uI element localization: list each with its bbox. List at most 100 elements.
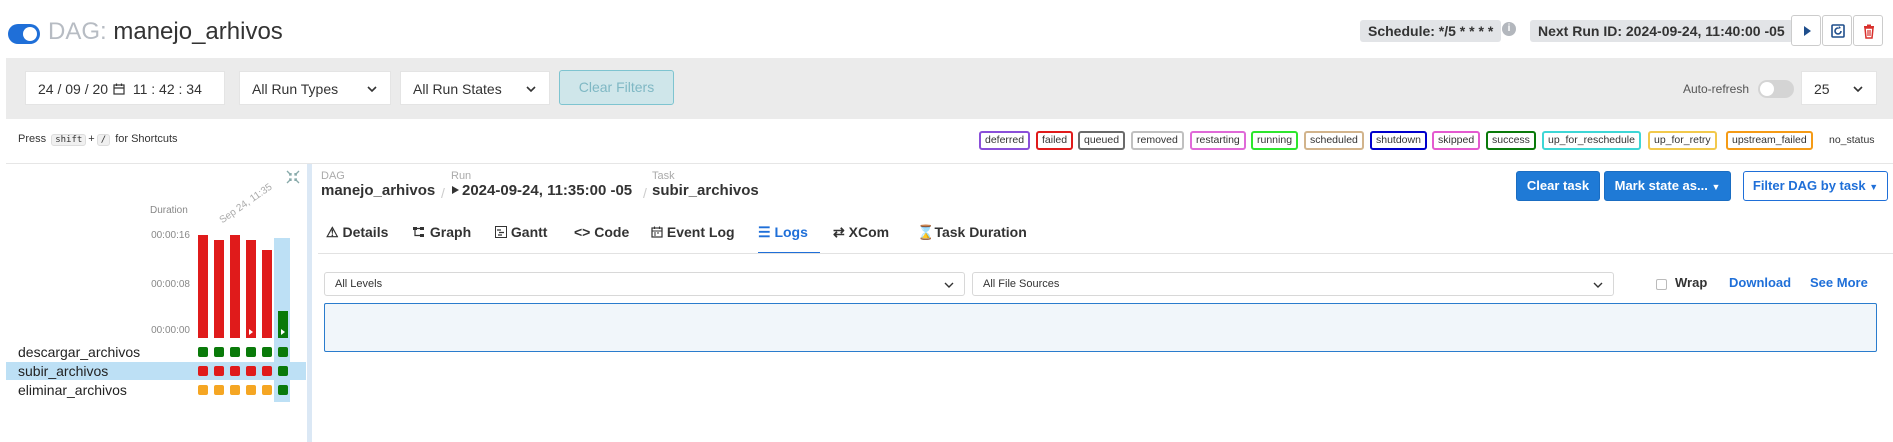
tab-task-duration[interactable]: ⌛Task Duration: [917, 224, 1027, 254]
trash-icon: [1864, 24, 1874, 39]
task-instance-cell[interactable]: [198, 347, 208, 357]
task-instance-cell[interactable]: [246, 385, 256, 395]
tab-details[interactable]: ⚠ Details: [326, 224, 388, 254]
list-icon: ☰: [758, 224, 771, 240]
calendar-icon[interactable]: [113, 83, 125, 95]
breadcrumb-run[interactable]: Run 2024-09-24, 11:35:00 -05: [451, 170, 632, 199]
tab-label: Event Log: [666, 224, 735, 240]
legend-removed[interactable]: removed: [1131, 131, 1184, 150]
exchange-icon: ⇄: [833, 224, 845, 240]
shift-key: shift: [51, 134, 87, 146]
task-instance-cell[interactable]: [278, 347, 288, 357]
delete-dag-button[interactable]: [1853, 15, 1883, 46]
tab-code[interactable]: <> Code: [574, 224, 629, 254]
legend-restarting[interactable]: restarting: [1190, 131, 1246, 150]
task-instance-cell[interactable]: [278, 366, 288, 376]
task-instance-cell[interactable]: [198, 366, 208, 376]
caret-down-icon: ▼: [1869, 182, 1879, 192]
page-size-select[interactable]: 25: [1801, 71, 1877, 105]
dag-pause-toggle[interactable]: [8, 24, 40, 44]
task-instance-cell[interactable]: [246, 347, 256, 357]
legend-up-for-reschedule[interactable]: up_for_reschedule: [1542, 131, 1641, 150]
see-more-link[interactable]: See More: [1810, 275, 1868, 290]
legend-scheduled[interactable]: scheduled: [1304, 131, 1364, 150]
task-row[interactable]: eliminar_archivos: [6, 381, 306, 399]
tab-graph[interactable]: Graph: [412, 224, 471, 254]
task-instance-cell[interactable]: [262, 347, 272, 357]
file-source-select[interactable]: All File Sources: [972, 272, 1614, 296]
task-row[interactable]: subir_archivos: [6, 362, 306, 380]
tab-logs[interactable]: ☰ Logs: [758, 224, 820, 254]
legend-shutdown[interactable]: shutdown: [1370, 131, 1427, 150]
auto-refresh-switch[interactable]: [1758, 80, 1794, 98]
task-instance-cell[interactable]: [262, 385, 272, 395]
calendar-icon: [651, 226, 663, 238]
time-value: 11 : 42 : 34: [132, 81, 202, 97]
gantt-icon: [495, 226, 507, 238]
duration-bar[interactable]: [198, 235, 208, 338]
legend-up-for-retry[interactable]: up_for_retry: [1648, 131, 1717, 150]
log-level-select[interactable]: All Levels: [324, 272, 965, 296]
clear-filters-button[interactable]: Clear Filters: [559, 70, 674, 105]
mark-state-button[interactable]: Mark state as... ▼: [1604, 171, 1731, 201]
duration-bar[interactable]: [230, 235, 240, 338]
task-instance-cell[interactable]: [214, 366, 224, 376]
task-instance-cell[interactable]: [230, 347, 240, 357]
base-date-input[interactable]: 24 / 09 / 20 11 : 42 : 34: [25, 71, 225, 105]
breadcrumb-task-value: subir_archivos: [652, 182, 759, 199]
task-name[interactable]: descargar_archivos: [18, 343, 140, 361]
duration-bar[interactable]: [262, 250, 272, 338]
task-instance-cell[interactable]: [262, 366, 272, 376]
shortcut-plus: +: [88, 133, 95, 145]
task-instance-cell[interactable]: [230, 385, 240, 395]
task-row[interactable]: descargar_archivos: [6, 343, 306, 361]
filter-dag-button[interactable]: Filter DAG by task ▼: [1743, 171, 1888, 201]
parse-dag-button[interactable]: [1822, 15, 1852, 46]
tab-xcom[interactable]: ⇄ XCom: [833, 224, 889, 254]
wrap-checkbox[interactable]: [1656, 279, 1667, 290]
duration-bar[interactable]: [246, 240, 256, 338]
tab-gantt[interactable]: Gantt: [495, 224, 547, 254]
breadcrumb-dag[interactable]: DAG manejo_arhivos: [321, 170, 435, 199]
info-icon[interactable]: i: [1502, 22, 1516, 36]
task-instance-cell[interactable]: [214, 385, 224, 395]
breadcrumb-separator: /: [441, 185, 445, 201]
task-instance-cell[interactable]: [230, 366, 240, 376]
task-instance-cell[interactable]: [278, 385, 288, 395]
shortcut-press: Press: [18, 133, 47, 145]
page-size-value: 25: [1814, 81, 1830, 97]
legend-queued[interactable]: queued: [1078, 131, 1126, 150]
download-link[interactable]: Download: [1729, 275, 1791, 290]
run-type-select[interactable]: All Run Types: [239, 71, 391, 105]
legend-no-status[interactable]: no_status: [1823, 131, 1881, 150]
duration-tick: 00:00:08: [151, 279, 190, 290]
legend-failed[interactable]: failed: [1036, 131, 1074, 150]
task-instance-cell[interactable]: [214, 347, 224, 357]
duration-bar[interactable]: [214, 240, 224, 338]
run-state-select[interactable]: All Run States: [400, 71, 550, 105]
tab-event-log[interactable]: Event Log: [651, 224, 735, 254]
warning-icon: ⚠: [326, 224, 339, 240]
manual-run-icon: [281, 329, 285, 335]
legend-skipped[interactable]: skipped: [1432, 131, 1481, 150]
code-icon: <>: [574, 224, 591, 240]
wrap-label: Wrap: [1675, 275, 1708, 290]
panel-splitter[interactable]: [307, 164, 312, 442]
task-name[interactable]: eliminar_archivos: [18, 381, 127, 399]
breadcrumb-dag-label: DAG: [321, 170, 345, 182]
task-instance-cell[interactable]: [198, 385, 208, 395]
tab-label: Task Duration: [934, 224, 1027, 240]
dag-prefix: DAG:: [48, 18, 107, 45]
legend-upstream-failed[interactable]: upstream_failed: [1726, 131, 1813, 150]
chevron-down-icon: [1593, 282, 1603, 288]
clear-task-button[interactable]: Clear task: [1516, 171, 1600, 201]
task-name[interactable]: subir_archivos: [18, 362, 108, 380]
legend-running[interactable]: running: [1251, 131, 1299, 150]
collapse-icon[interactable]: [286, 170, 300, 184]
trigger-dag-button[interactable]: [1791, 15, 1821, 46]
log-output[interactable]: [324, 303, 1877, 352]
breadcrumb-task[interactable]: Task subir_archivos: [652, 170, 759, 199]
legend-deferred[interactable]: deferred: [979, 131, 1031, 150]
legend-success[interactable]: success: [1486, 131, 1536, 150]
task-instance-cell[interactable]: [246, 366, 256, 376]
